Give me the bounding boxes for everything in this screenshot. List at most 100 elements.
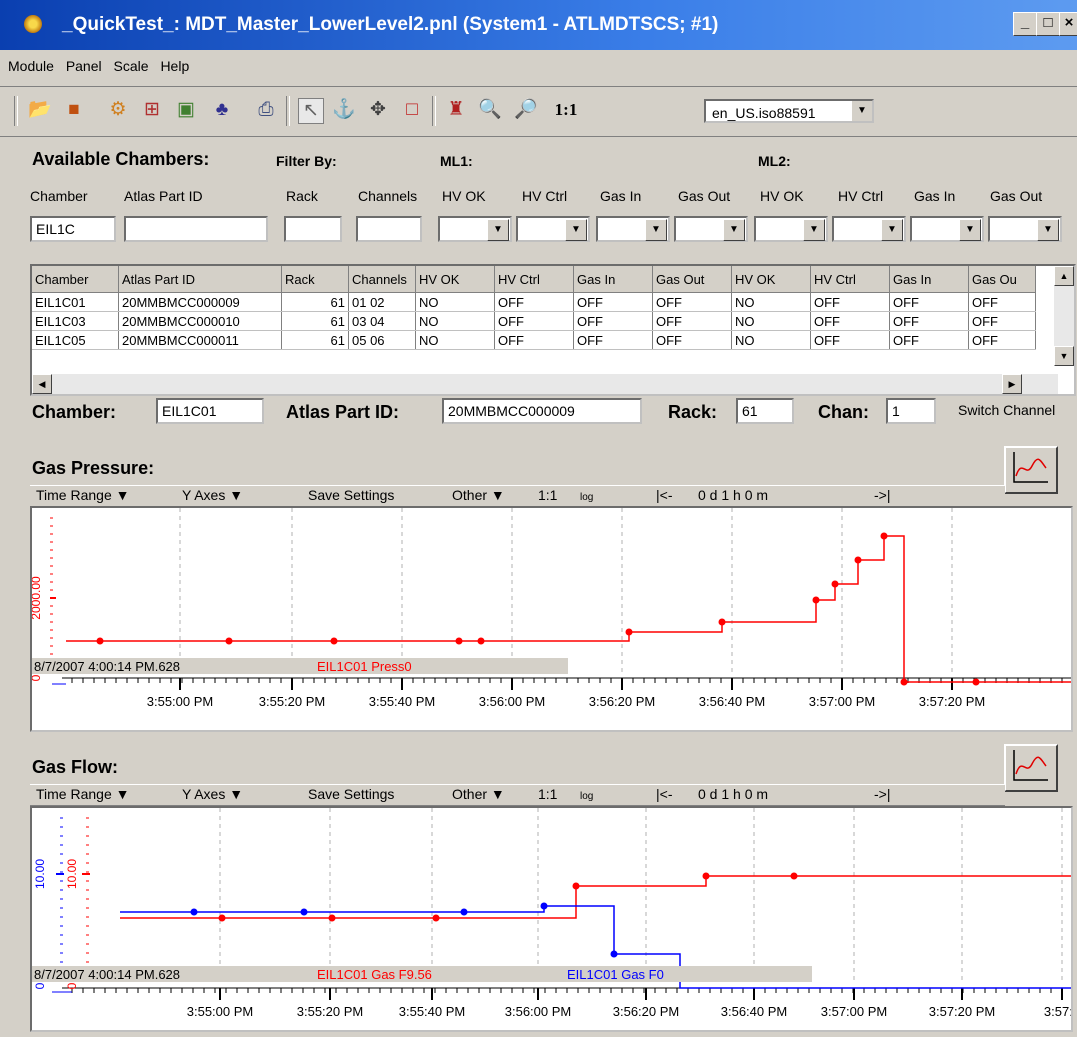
pressure-chart[interactable]: 3:55:00 PM 3:55:20 PM 3:55:40 PM 3:56:00 PM… [29, 508, 1071, 730]
legend-label: EIL1C01 Gas F9.56 [317, 967, 432, 982]
print-icon[interactable]: ⎙ [254, 98, 278, 122]
chamber-field[interactable]: EIL1C01 [156, 398, 264, 424]
table-header[interactable]: Gas In [573, 266, 653, 293]
ml2-gasout-select[interactable]: ▼ [988, 216, 1062, 242]
table-header[interactable]: Channels [348, 266, 416, 293]
ml2-gasin-select[interactable]: ▼ [910, 216, 984, 242]
time-range-menu[interactable]: Time Range ▼ [36, 487, 129, 503]
crane-icon[interactable]: ⚓ [332, 98, 356, 122]
table-cell: 20MMBMCC000011 [118, 330, 282, 350]
maximize-button[interactable]: □ [1036, 12, 1060, 36]
table-header[interactable]: Gas Out [652, 266, 732, 293]
chevron-down-icon[interactable]: ▼ [851, 101, 872, 121]
other-menu[interactable]: Other ▼ [452, 487, 505, 503]
y-axes-menu[interactable]: Y Axes ▼ [182, 786, 243, 802]
folder-open-icon[interactable]: 📂 [28, 98, 52, 122]
chevron-down-icon[interactable]: ▼ [803, 219, 825, 241]
table-row[interactable]: EIL1C03 20MMBMCC000010 61 03 04 NO OFF OFF OFF N… [32, 311, 1036, 331]
ml1-gasin-select[interactable]: ▼ [596, 216, 670, 242]
close-panel-icon[interactable]: ■ [62, 98, 86, 122]
trend-icon[interactable] [1004, 744, 1058, 792]
flow-plot[interactable]: 3:55:00 PM 3:55:20 PM 3:55:40 PM 3:56:00 PM… [30, 806, 1077, 1032]
range-forward-button[interactable]: ->| [874, 487, 890, 503]
chevron-down-icon[interactable]: ▼ [959, 219, 981, 241]
divider [0, 86, 1077, 87]
network-icon[interactable]: ♣ [210, 98, 234, 122]
one-to-one-button[interactable]: 1:1 [538, 786, 557, 802]
part-id-filter-input[interactable] [124, 216, 268, 242]
other-menu[interactable]: Other ▼ [452, 786, 505, 802]
ml1-hvctrl-select[interactable]: ▼ [516, 216, 590, 242]
menu-scale[interactable]: Scale [114, 58, 149, 74]
chan-field[interactable]: 1 [886, 398, 936, 424]
scroll-right-icon[interactable]: ▶ [1002, 374, 1022, 394]
chevron-down-icon[interactable]: ▼ [565, 219, 587, 241]
ml1-gasout-select[interactable]: ▼ [674, 216, 748, 242]
log-checkbox[interactable]: log [580, 492, 593, 503]
image-icon[interactable]: ▣ [174, 98, 198, 122]
save-settings-button[interactable]: Save Settings [308, 487, 394, 503]
move-icon[interactable]: ✥ [366, 98, 390, 122]
zoom-out-icon[interactable]: 🔎 [514, 98, 538, 122]
table-header[interactable]: Gas In [889, 266, 969, 293]
table-header[interactable]: Atlas Part ID [118, 266, 282, 293]
scroll-up-icon[interactable]: ▲ [1054, 266, 1074, 286]
flow-chart[interactable]: 3:55:00 PM 3:55:20 PM 3:55:40 PM 3:56:00 PM… [32, 808, 1077, 1030]
locale-select[interactable]: en_US.iso88591 ▼ [704, 99, 874, 123]
table-header[interactable]: HV OK [731, 266, 811, 293]
rack-field[interactable]: 61 [736, 398, 794, 424]
log-checkbox[interactable]: log [580, 791, 593, 802]
close-button[interactable]: × [1059, 12, 1077, 36]
table-header[interactable]: Rack [281, 266, 349, 293]
range-forward-button[interactable]: ->| [874, 786, 890, 802]
table-cell: NO [415, 330, 495, 350]
one-to-one-button[interactable]: 1:1 [538, 487, 557, 503]
table-header[interactable]: Gas Ou [968, 266, 1036, 293]
rectangle-icon[interactable]: □ [400, 98, 424, 122]
pressure-plot[interactable]: 3:55:00 PM 3:55:20 PM 3:55:40 PM 3:56:00 PM… [29, 506, 1073, 732]
y-axes-menu[interactable]: Y Axes ▼ [182, 487, 243, 503]
chevron-down-icon[interactable]: ▼ [645, 219, 667, 241]
vertical-scrollbar[interactable]: ▲ ▼ [1054, 266, 1074, 366]
horizontal-scrollbar[interactable]: ◀ ▶ [32, 374, 1058, 394]
menu-module[interactable]: Module [8, 58, 54, 74]
save-settings-button[interactable]: Save Settings [308, 786, 394, 802]
minimize-button[interactable]: _ [1013, 12, 1037, 36]
chevron-down-icon[interactable]: ▼ [723, 219, 745, 241]
scale-1-1-button[interactable]: 1:1 [550, 98, 582, 122]
ml2-hvctrl-select[interactable]: ▼ [832, 216, 906, 242]
trend-icon[interactable] [1004, 446, 1058, 494]
scroll-left-icon[interactable]: ◀ [32, 374, 52, 394]
table-row[interactable]: EIL1C05 20MMBMCC000011 61 05 06 NO OFF OFF OFF N… [32, 330, 1036, 350]
range-back-button[interactable]: |<- [656, 487, 672, 503]
ml2-hvok-select[interactable]: ▼ [754, 216, 828, 242]
channels-filter-input[interactable] [356, 216, 422, 242]
chamber-table[interactable]: Chamber Atlas Part ID Rack Channels HV O… [30, 264, 1076, 396]
menu-panel[interactable]: Panel [66, 58, 102, 74]
y-zero-label: 0 [32, 674, 43, 681]
menu-help[interactable]: Help [160, 58, 189, 74]
tree-icon[interactable]: ⊞ [140, 98, 164, 122]
table-header[interactable]: HV Ctrl [494, 266, 574, 293]
range-back-button[interactable]: |<- [656, 786, 672, 802]
table-header[interactable]: Chamber [32, 266, 119, 293]
table-header[interactable]: HV Ctrl [810, 266, 890, 293]
chevron-down-icon[interactable]: ▼ [487, 219, 509, 241]
chevron-down-icon[interactable]: ▼ [1037, 219, 1059, 241]
zoom-in-icon[interactable]: 🔍 [478, 98, 502, 122]
chamber-filter-input[interactable]: EIL1C [30, 216, 116, 242]
pointer-icon[interactable]: ↖ [298, 98, 324, 124]
time-range-menu[interactable]: Time Range ▼ [36, 786, 129, 802]
gear-icon[interactable]: ⚙ [106, 98, 130, 122]
chevron-down-icon[interactable]: ▼ [881, 219, 903, 241]
table-row[interactable]: EIL1C01 20MMBMCC000009 61 01 02 NO OFF OFF OFF N… [32, 292, 1036, 312]
table-cell: OFF [968, 330, 1036, 350]
ml1-hvok-select[interactable]: ▼ [438, 216, 512, 242]
table-header[interactable]: HV OK [415, 266, 495, 293]
switch-channel-button[interactable]: Switch Channel [958, 402, 1055, 418]
rack-filter-input[interactable] [284, 216, 342, 242]
scroll-down-icon[interactable]: ▼ [1054, 346, 1074, 366]
part-id-field[interactable]: 20MMBMCC000009 [442, 398, 642, 424]
table-cell: 61 [281, 292, 349, 312]
zoom-crane-icon[interactable]: ♜ [444, 98, 468, 122]
